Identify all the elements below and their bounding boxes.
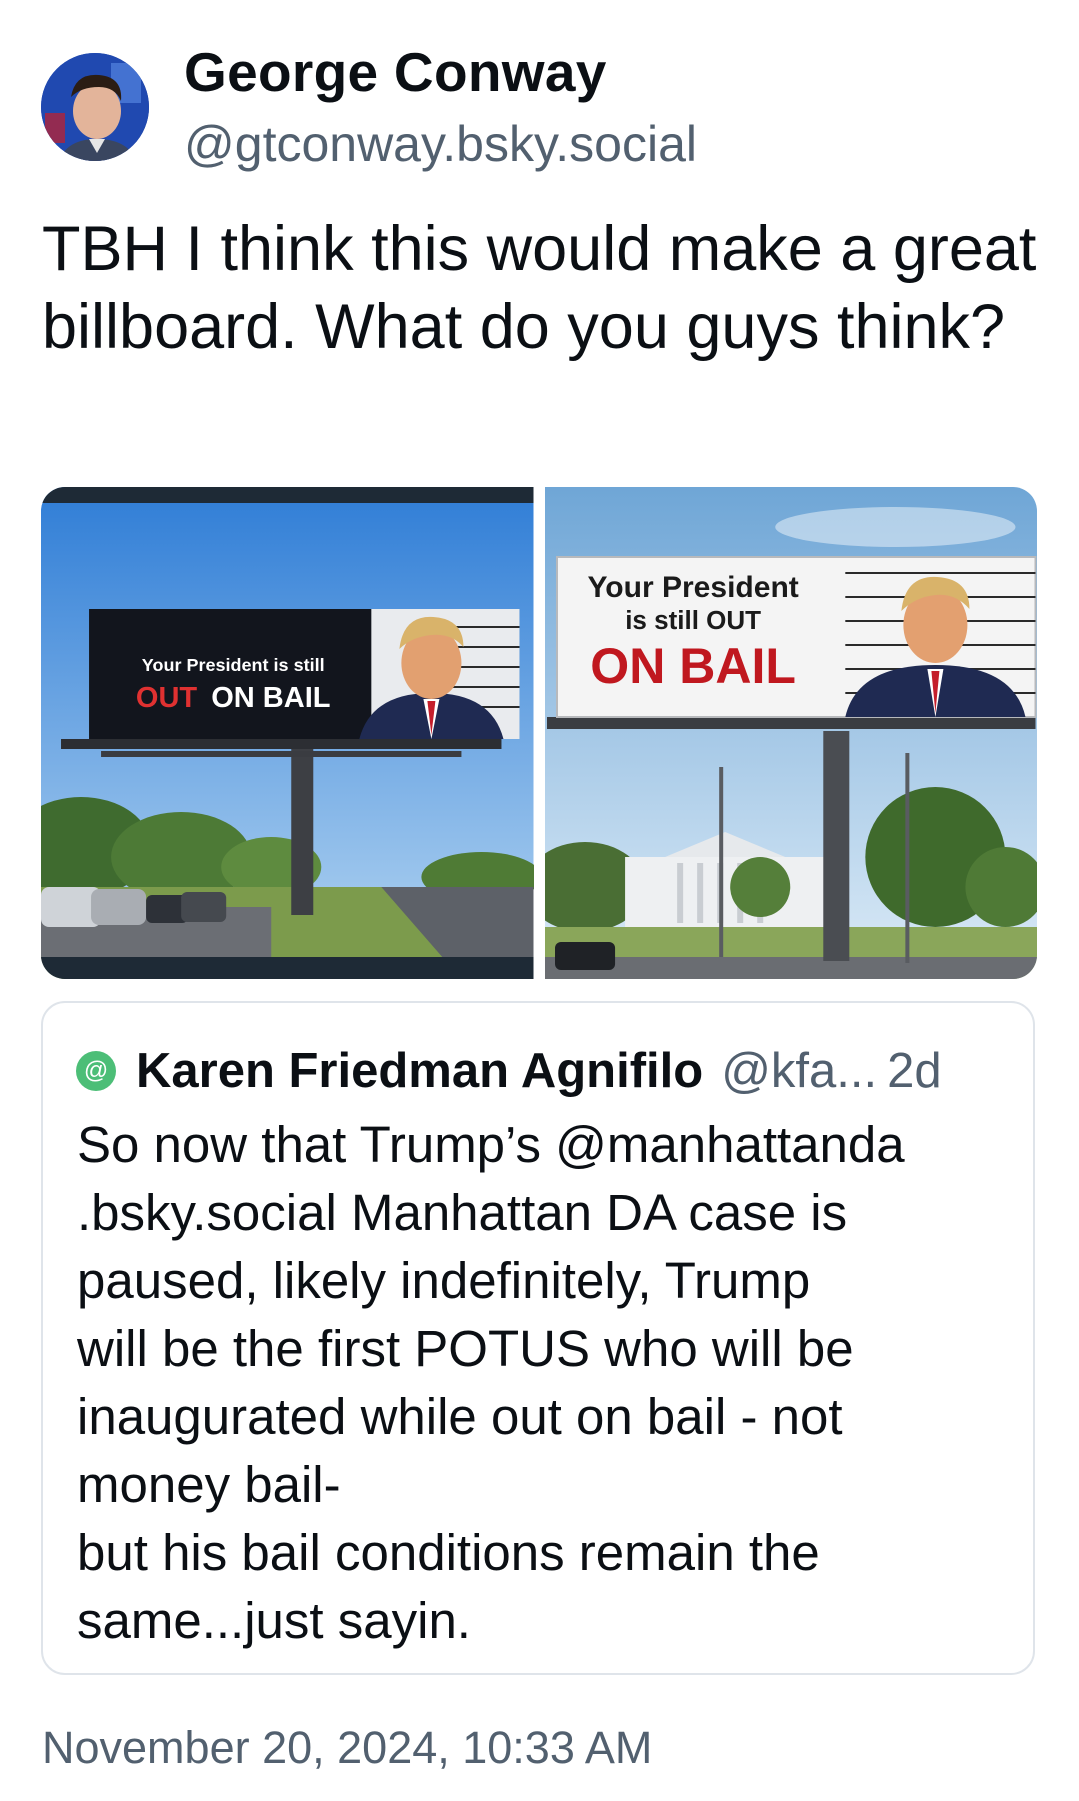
post-image-2[interactable]: Your President is still OUT ON BAIL (544, 487, 1037, 979)
svg-text:OUT ON BAIL: OUT ON BAIL (136, 682, 331, 714)
at-sign-avatar-icon[interactable]: @ (76, 1051, 116, 1091)
post-text: TBH I think this would make a great bill… (42, 214, 1037, 362)
post-image-gallery[interactable]: Your President is still OUT ON BAIL Your… (41, 487, 1037, 979)
billboard-2-line1: Your President (587, 571, 798, 604)
billboard-1-on-bail: ON BAIL (211, 682, 330, 714)
post-timestamp[interactable]: November 20, 2024, 10:33 AM (42, 1722, 652, 1774)
author-avatar[interactable] (41, 53, 149, 161)
user-avatar-photo-icon (41, 53, 149, 161)
quoted-post[interactable]: @ Karen Friedman Agnifilo @kfa... 2d So … (41, 1001, 1035, 1675)
billboard-2-line3: ON BAIL (590, 638, 796, 694)
author-handle[interactable]: @gtconway.bsky.social (184, 115, 697, 173)
billboard-1-out: OUT (136, 682, 198, 714)
post-image-1[interactable]: Your President is still OUT ON BAIL (41, 487, 534, 979)
author-display-name[interactable]: George Conway (184, 40, 607, 104)
quoted-author-name[interactable]: Karen Friedman Agnifilo (136, 1043, 703, 1099)
quoted-post-time: 2d (887, 1044, 942, 1098)
quoted-post-header: @ Karen Friedman Agnifilo @kfa... 2d (76, 1041, 1016, 1101)
quoted-post-text: So now that Trump’s @manhattanda .bsky.s… (77, 1116, 905, 1649)
billboard-2-line2: is still OUT (625, 605, 761, 635)
billboard-1-line1: Your President is still (142, 655, 325, 675)
quoted-author-handle[interactable]: @kfa... (721, 1043, 877, 1099)
